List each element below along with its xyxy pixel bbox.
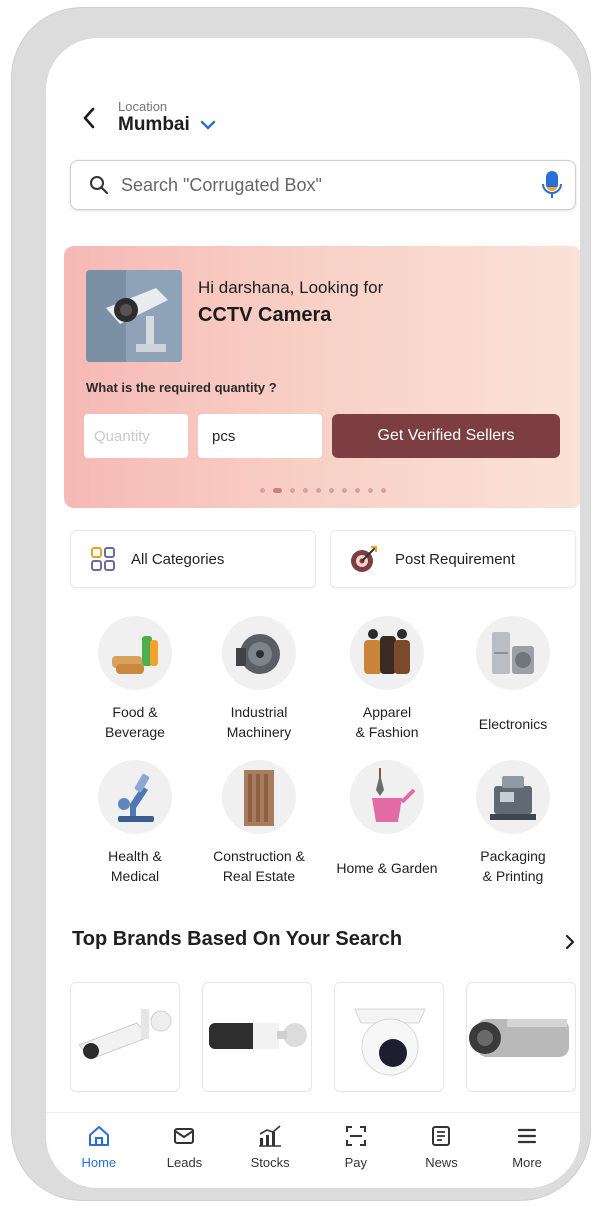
carousel-dot[interactable] <box>273 488 282 493</box>
watering-can-icon <box>350 760 424 834</box>
category-packaging-printing[interactable]: Packaging & Printing <box>448 760 578 886</box>
category-food-beverage[interactable]: Food & Beverage <box>70 616 200 742</box>
carousel-dot[interactable] <box>316 488 321 493</box>
mail-icon <box>174 1128 195 1144</box>
app-screen: Location Mumbai Search "Corrugated Box" … <box>46 38 580 1188</box>
microscope-icon <box>98 760 172 834</box>
nav-pay[interactable]: Pay <box>321 1123 391 1188</box>
search-input[interactable] <box>121 174 541 196</box>
nav-stocks[interactable]: Stocks <box>235 1123 305 1188</box>
category-label: Construction & Real Estate <box>213 848 305 884</box>
machinery-icon <box>222 616 296 690</box>
back-button[interactable] <box>76 103 102 133</box>
category-label: Packaging & Printing <box>480 848 546 884</box>
requirement-banner: Hi darshana, Looking for CCTV Camera Wha… <box>64 246 580 508</box>
unit-value: pcs <box>212 427 236 445</box>
search-bar[interactable] <box>70 160 576 210</box>
banner-greeting: Hi darshana, Looking for <box>198 278 384 297</box>
get-verified-sellers-button[interactable]: Get Verified Sellers <box>332 414 560 458</box>
scan-icon <box>345 1126 366 1146</box>
menu-icon <box>518 1128 537 1144</box>
nav-more[interactable]: More <box>492 1123 562 1188</box>
category-label: Industrial Machinery <box>226 704 292 740</box>
bullet-camera-image <box>78 1009 172 1060</box>
category-industrial-machinery[interactable]: Industrial Machinery <box>194 616 324 742</box>
cctv-camera-image <box>86 270 182 362</box>
nav-news[interactable]: News <box>406 1123 476 1188</box>
category-apparel-fashion[interactable]: Apparel & Fashion <box>322 616 452 742</box>
nav-home[interactable]: Home <box>64 1123 134 1188</box>
bottom-navigation: Home Leads Stocks Pay News More <box>46 1112 580 1188</box>
chevron-down-icon <box>200 120 215 130</box>
category-electronics[interactable]: Electronics <box>448 616 578 734</box>
location-value-row[interactable]: Mumbai <box>118 114 216 136</box>
box-camera-image <box>469 1019 569 1057</box>
carousel-dot[interactable] <box>381 488 386 493</box>
category-label: Electronics <box>478 716 548 732</box>
chevron-right-icon <box>565 934 575 950</box>
post-requirement-button[interactable]: Post Requirement <box>330 530 576 588</box>
nav-label: Pay <box>344 1155 367 1170</box>
carousel-dot[interactable] <box>355 488 360 493</box>
nav-leads[interactable]: Leads <box>149 1123 219 1188</box>
food-icon <box>98 616 172 690</box>
banner-product: CCTV Camera <box>198 304 332 326</box>
phone-frame: Location Mumbai Search "Corrugated Box" … <box>12 8 590 1200</box>
apparel-icon <box>350 616 424 690</box>
grid-icon <box>91 547 115 571</box>
location-header: Location Mumbai <box>76 100 216 136</box>
chevron-left-icon <box>83 107 95 129</box>
top-brands-title: Top Brands Based On Your Search <box>72 928 403 950</box>
packaging-machine-icon <box>476 760 550 834</box>
all-categories-button[interactable]: All Categories <box>70 530 316 588</box>
electronics-icon <box>476 616 550 690</box>
microphone-icon[interactable] <box>541 170 563 200</box>
building-icon <box>222 760 296 834</box>
nav-label: Home <box>81 1155 117 1170</box>
carousel-dot[interactable] <box>329 488 334 493</box>
home-icon <box>88 1126 109 1146</box>
brand-card[interactable] <box>334 982 444 1092</box>
category-construction-real-estate[interactable]: Construction & Real Estate <box>194 760 324 886</box>
target-icon <box>351 546 377 572</box>
top-brands-see-all-button[interactable] <box>558 928 580 956</box>
chart-icon <box>259 1125 282 1147</box>
all-categories-label: All Categories <box>131 550 225 568</box>
category-label: Apparel & Fashion <box>355 704 419 740</box>
carousel-dot[interactable] <box>290 488 295 493</box>
location-label: Location <box>118 99 168 114</box>
carousel-dots <box>64 488 580 493</box>
category-home-garden[interactable]: Home & Garden <box>322 760 452 878</box>
carousel-dot[interactable] <box>260 488 265 493</box>
bullet-camera-image <box>209 1023 307 1049</box>
search-icon <box>90 176 109 195</box>
brand-card[interactable] <box>466 982 576 1092</box>
nav-label: Stocks <box>250 1155 290 1170</box>
brand-card[interactable] <box>70 982 180 1092</box>
carousel-dot[interactable] <box>342 488 347 493</box>
category-label: Home & Garden <box>336 860 438 876</box>
post-requirement-label: Post Requirement <box>395 550 516 568</box>
unit-select[interactable]: pcs <box>198 414 322 458</box>
quantity-input[interactable] <box>84 414 188 458</box>
carousel-dot[interactable] <box>303 488 308 493</box>
dome-camera-image <box>354 1008 426 1076</box>
nav-label: News <box>425 1155 458 1170</box>
brand-card[interactable] <box>202 982 312 1092</box>
nav-label: More <box>512 1155 542 1170</box>
location-value: Mumbai <box>118 114 190 135</box>
news-icon <box>432 1126 451 1146</box>
location-selector[interactable]: Location Mumbai <box>118 100 216 136</box>
carousel-dot[interactable] <box>368 488 373 493</box>
quantity-question: What is the required quantity ? <box>86 380 277 395</box>
category-label: Health & Medical <box>108 848 162 884</box>
nav-label: Leads <box>166 1155 203 1170</box>
category-health-medical[interactable]: Health & Medical <box>70 760 200 886</box>
category-label: Food & Beverage <box>105 704 165 740</box>
